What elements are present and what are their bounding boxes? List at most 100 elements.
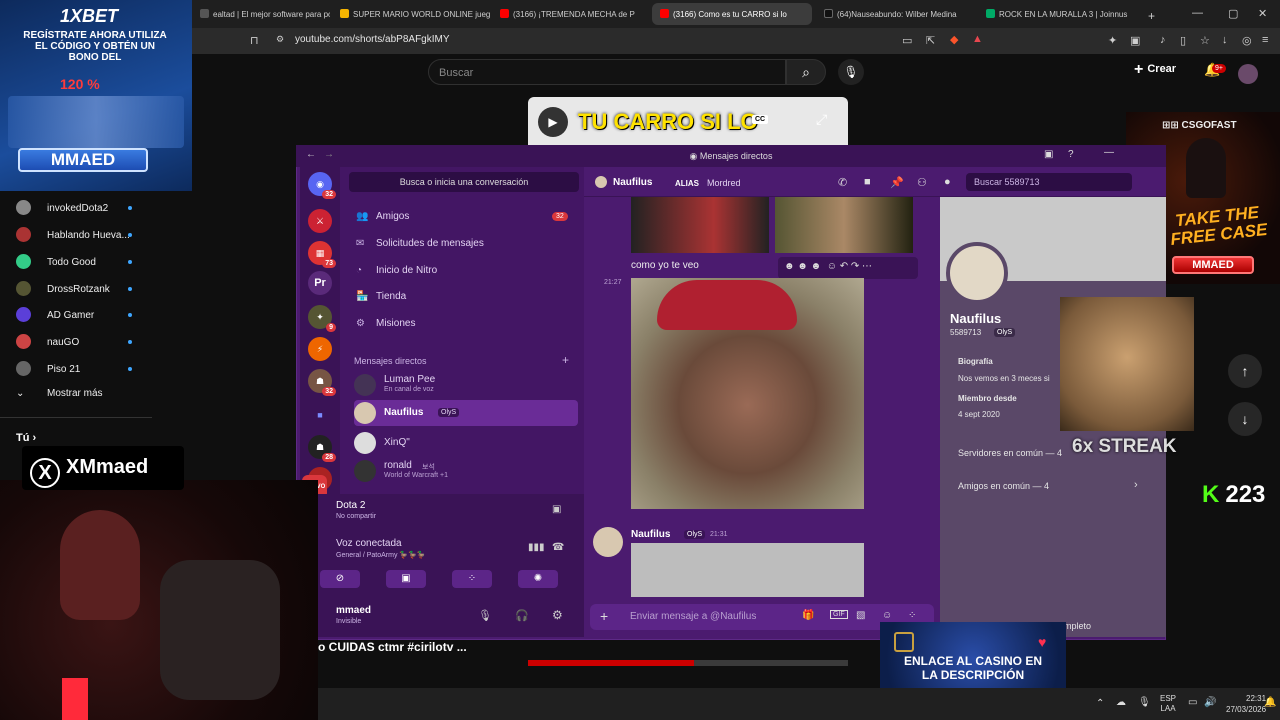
reply-icon[interactable]: ↶ [840, 261, 848, 272]
sidebar-channel[interactable]: Hablando Hueva... [16, 227, 136, 245]
dm-search-input[interactable]: Busca o inicia una conversación [349, 172, 579, 192]
stream-icon[interactable]: ▣ [552, 504, 561, 515]
emoji-icon[interactable]: ☺ [882, 610, 892, 621]
notifications-icon[interactable]: 🔔 [1264, 697, 1276, 708]
full-profile-link[interactable]: mpleto [1064, 621, 1091, 631]
account-avatar[interactable] [1238, 64, 1258, 84]
add-dm-icon[interactable]: + [562, 353, 569, 367]
more-icon[interactable]: ⋯ [862, 261, 872, 272]
nav-message-requests[interactable]: ✉ Solicitudes de mensajes [356, 238, 484, 249]
cloud-icon[interactable]: ☁ [1116, 697, 1126, 708]
betting-ad[interactable]: 1XBET REGÍSTRATE AHORA UTILIZA EL CÓDIGO… [0, 0, 192, 191]
add-friend-icon[interactable]: ⚇ [917, 176, 927, 189]
site-settings-icon[interactable]: ⚙ [276, 34, 284, 45]
browser-tab-active[interactable]: (3166) Como es tu CARRO si lo [652, 3, 812, 25]
sidebar-channel[interactable]: AD Gamer [16, 307, 136, 325]
sidebar-channel[interactable]: nauGO [16, 334, 136, 352]
sidebar-channel[interactable]: invokedDota2 [16, 200, 136, 218]
server-icon[interactable]: ⚔ [308, 209, 332, 233]
chat-recipient-name[interactable]: Naufilus [613, 177, 652, 188]
maximize-icon[interactable]: ▢ [1228, 7, 1238, 20]
browser-tab[interactable]: (64)Nauseabundo: Wilber Medina [816, 3, 974, 25]
back-icon[interactable]: ← [306, 149, 316, 160]
cast-icon[interactable]: ▭ [902, 34, 912, 47]
play-icon[interactable]: ▶ [538, 107, 568, 137]
sidebar-channel[interactable]: Piso 21 [16, 361, 136, 379]
close-window-icon[interactable]: ✕ [1258, 7, 1267, 20]
search-icon[interactable]: ⌕ [786, 59, 826, 85]
server-icon[interactable]: ☗ 32 [308, 369, 336, 396]
screen-share-icon[interactable]: ▣ [386, 570, 426, 588]
create-button[interactable]: + Crear [1134, 61, 1190, 83]
message-image[interactable] [631, 278, 864, 509]
progress-bar[interactable] [528, 660, 848, 666]
pin-icon[interactable]: 📌 [890, 176, 904, 189]
forward-icon[interactable]: → [324, 149, 334, 160]
dm-item[interactable]: ronald 보석 World of Warcraft +1 [354, 458, 578, 484]
browser-tab[interactable]: SUPER MARIO WORLD ONLINE jueg [332, 3, 490, 25]
settings-icon[interactable]: ⚙ [552, 608, 563, 622]
you-section[interactable]: Tú › [16, 432, 36, 444]
nav-friends[interactable]: 👥 Amigos [356, 211, 409, 222]
extensions-icon[interactable]: ✦ [1108, 34, 1117, 47]
voice-channel[interactable]: General / PatoArmy 🦆🦆🦆 [336, 551, 426, 559]
profile-toggle-icon[interactable]: ● [944, 176, 951, 188]
nav-nitro[interactable]: ◔ Inicio de Nitro [356, 265, 437, 276]
rewards-icon[interactable]: ▲ [972, 33, 983, 45]
call-icon[interactable]: ✆ [838, 176, 847, 189]
disconnect-icon[interactable]: ☎ [552, 542, 564, 553]
show-more-button[interactable]: ⌄ Mostrar más [16, 388, 136, 406]
home-icon[interactable]: ◉ 32 [308, 172, 336, 199]
share-icon[interactable]: ⇱ [926, 34, 935, 47]
dm-item-selected[interactable]: Naufilus OlyS [354, 400, 578, 426]
video-player[interactable]: ▶ TU CARRO SI LO CC ⤢ [528, 97, 848, 145]
browser-tab[interactable]: ealtad | El mejor software para pot [192, 3, 330, 25]
captions-icon[interactable]: CC [752, 115, 769, 124]
folder-icon[interactable]: ■ [308, 403, 332, 427]
url-field[interactable]: youtube.com/shorts/abP8AFgkIMY [295, 34, 450, 45]
minimize-icon[interactable]: — [1192, 7, 1203, 19]
server-folder-icon[interactable]: ▦ 73 [308, 241, 336, 268]
mic-icon[interactable]: 🎙 [838, 59, 864, 85]
server-icon[interactable]: ✦ 9 [308, 305, 336, 332]
bookmark-icon[interactable]: ⊓ [250, 34, 259, 47]
next-short-icon[interactable]: ↓ [1228, 402, 1262, 436]
server-icon[interactable]: ⚡ [308, 337, 332, 361]
search-input[interactable]: Buscar [428, 59, 786, 85]
sticker-icon[interactable]: ▧ [856, 610, 865, 621]
message-image[interactable] [631, 197, 769, 253]
video-caption[interactable]: o CUIDAS ctmr #cirilotv ... [318, 640, 467, 654]
clock[interactable]: 22:31 27/03/2026 [1226, 693, 1266, 715]
nav-shop[interactable]: 🏪 Tienda [356, 291, 406, 302]
message-actions-toolbar[interactable]: ☻ ☻ ☻ ☺ ↶ ↷ ⋯ [778, 257, 918, 279]
headphones-icon[interactable]: 🎧 [515, 609, 529, 622]
inbox-icon[interactable]: ▣ [1044, 149, 1053, 160]
add-reaction-icon[interactable]: ☺ [827, 261, 837, 272]
fullscreen-icon[interactable]: ⤢ [816, 111, 827, 128]
music-icon[interactable]: ♪ [1160, 34, 1166, 46]
chat-search-input[interactable]: Buscar 5589713 [966, 173, 1132, 191]
attach-icon[interactable]: + [600, 608, 608, 624]
message-author[interactable]: Naufilus [631, 529, 670, 540]
message-image[interactable] [631, 543, 864, 597]
video-call-icon[interactable]: ■ [864, 176, 871, 188]
tray-chevron-icon[interactable]: ⌃ [1096, 698, 1104, 709]
help-icon[interactable]: ? [1068, 149, 1074, 160]
mutual-servers[interactable]: Servidores en común — 4 [958, 448, 1062, 458]
bookmarks-icon[interactable]: ☆ [1200, 34, 1210, 47]
microphone-icon[interactable]: 🎙 [478, 609, 492, 622]
apps-icon[interactable]: ⁘ [908, 610, 916, 621]
chevron-right-icon[interactable]: › [1134, 479, 1138, 491]
username[interactable]: mmaed [336, 605, 371, 616]
browser-tab[interactable]: ROCK EN LA MURALLA 3 | Joinnus [978, 3, 1136, 25]
new-tab-icon[interactable]: + [1140, 3, 1160, 25]
message-image[interactable] [775, 197, 913, 253]
activities-icon[interactable]: ⁘ [452, 570, 492, 588]
sidebar-channel[interactable]: DrossRotzank [16, 281, 136, 299]
nav-quests[interactable]: ⚙ Misiones [356, 318, 415, 329]
language-indicator[interactable]: ESP LAA [1160, 694, 1176, 714]
volume-icon[interactable]: 🔊 [1204, 697, 1216, 708]
minimize-icon[interactable]: — [1104, 147, 1114, 158]
reaction-icon[interactable]: ☻ ☻ ☻ [784, 261, 821, 272]
mutual-friends[interactable]: Amigos en común — 4 [958, 481, 1049, 491]
